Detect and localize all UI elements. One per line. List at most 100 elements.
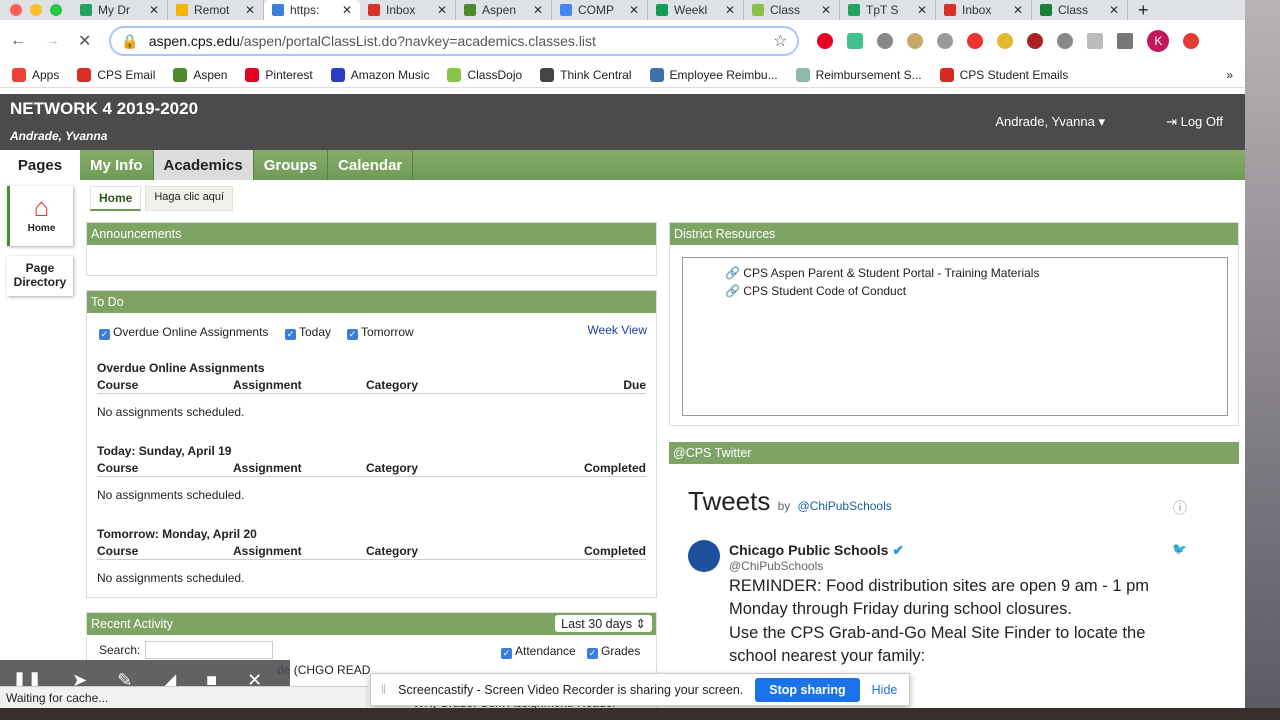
tweet-author-handle[interactable]: @ChiPubSchools: [729, 559, 823, 573]
hide-button[interactable]: Hide: [872, 683, 898, 697]
checkbox-checked-icon[interactable]: ✓: [587, 648, 598, 659]
stop-loading-icon[interactable]: ✕: [78, 31, 91, 51]
media-icon[interactable]: [1117, 33, 1134, 49]
browser-tab[interactable]: Weekl ✕: [648, 0, 744, 20]
close-tab-icon[interactable]: ✕: [342, 3, 352, 17]
browser-tab[interactable]: COMP ✕: [552, 0, 648, 20]
screencastify-icon[interactable]: [937, 33, 954, 49]
filter-label: Overdue Online Assignments: [113, 325, 269, 339]
close-tab-icon[interactable]: ✕: [245, 3, 255, 17]
close-tab-icon[interactable]: ✕: [1013, 3, 1023, 17]
filter-tomorrow[interactable]: ✓ Tomorrow: [347, 325, 414, 340]
extension-icon[interactable]: [907, 33, 924, 49]
bookmark-star-icon[interactable]: ☆: [773, 31, 787, 51]
tweet-author[interactable]: Chicago Public Schools ✔: [729, 542, 904, 559]
browser-tab[interactable]: https: ✕: [264, 0, 360, 20]
bookmark[interactable]: ClassDojo: [447, 67, 522, 82]
log-off-link[interactable]: ⇥ Log Off: [1166, 114, 1223, 130]
filter-overdue[interactable]: ✓ Overdue Online Assignments: [99, 325, 268, 340]
checkbox-checked-icon[interactable]: ✓: [285, 329, 296, 340]
sidebar-home[interactable]: ⌂ Home: [7, 186, 73, 246]
tab-favicon-icon: [848, 4, 860, 16]
url-bar[interactable]: 🔒 aspen.cps.edu/aspen/portalClassList.do…: [109, 26, 800, 56]
extension-icon[interactable]: [1027, 33, 1044, 49]
bookmark-label: Apps: [32, 67, 60, 82]
new-tab-button[interactable]: +: [1128, 0, 1159, 21]
section-heading: Today: Sunday, April 19: [97, 444, 232, 458]
bookmark[interactable]: Apps: [12, 67, 60, 82]
range-select[interactable]: Last 30 days ⇕: [555, 615, 652, 632]
subtab-haga-clic[interactable]: Haga clic aquí: [145, 186, 234, 211]
browser-tab[interactable]: TpT S ✕: [840, 0, 936, 20]
filter-attendance[interactable]: ✓ Attendance: [501, 644, 576, 659]
bookmark[interactable]: Think Central: [540, 67, 632, 82]
filter-grades[interactable]: ✓ Grades: [587, 644, 640, 659]
checkbox-checked-icon[interactable]: ✓: [99, 329, 110, 340]
browser-tab[interactable]: Class ✕: [1032, 0, 1128, 20]
pages-tab[interactable]: Pages: [0, 150, 80, 180]
cps-avatar[interactable]: [688, 540, 720, 572]
grid-icon[interactable]: [1087, 33, 1104, 49]
pencil-icon[interactable]: [997, 33, 1014, 49]
extension-icon[interactable]: [847, 33, 864, 49]
close-tab-icon[interactable]: ✕: [821, 3, 831, 17]
filter-today[interactable]: ✓ Today: [285, 325, 331, 340]
extension-icon[interactable]: [1057, 33, 1074, 49]
stop-sharing-button[interactable]: Stop sharing: [755, 677, 860, 702]
todo-panel: To Do ✓ Overdue Online Assignments ✓ Today…: [86, 290, 657, 598]
checkbox-checked-icon[interactable]: ✓: [501, 648, 512, 659]
nav-groups[interactable]: Groups: [254, 150, 329, 180]
nav-academics[interactable]: Academics: [153, 150, 254, 180]
browser-tab[interactable]: Remot ✕: [168, 0, 264, 20]
browser-tab[interactable]: Inbox ✕: [360, 0, 456, 20]
close-tab-icon[interactable]: ✕: [725, 3, 735, 17]
maximize-button[interactable]: [50, 4, 62, 16]
checkbox-checked-icon[interactable]: ✓: [347, 329, 358, 340]
announcements-panel: Announcements: [86, 222, 657, 276]
bookmark[interactable]: Pinterest: [245, 67, 313, 82]
twitter-bird-icon[interactable]: 🐦: [1172, 542, 1187, 556]
bookmark[interactable]: Reimbursement S...: [795, 67, 922, 82]
resource-link[interactable]: 🔗 CPS Student Code of Conduct: [725, 282, 1039, 300]
account-menu[interactable]: Andrade, Yvanna ▾: [995, 114, 1105, 130]
browser-tab[interactable]: Class ✕: [744, 0, 840, 20]
bookmark[interactable]: CPS Student Emails: [939, 67, 1068, 82]
close-tab-icon[interactable]: ✕: [917, 3, 927, 17]
extension-icon[interactable]: [877, 33, 894, 49]
info-icon[interactable]: ⓘ: [1173, 498, 1187, 518]
col-category: Category: [366, 461, 419, 475]
bookmark[interactable]: Employee Reimbu...: [649, 67, 778, 82]
profile-avatar[interactable]: K: [1147, 30, 1170, 52]
browser-tab[interactable]: Aspen ✕: [456, 0, 552, 20]
close-tab-icon[interactable]: ✕: [437, 3, 447, 17]
close-tab-icon[interactable]: ✕: [149, 3, 159, 17]
close-window-button[interactable]: [10, 4, 22, 16]
forward-icon[interactable]: →: [44, 32, 60, 50]
bookmark[interactable]: Amazon Music: [330, 67, 429, 82]
update-icon[interactable]: [1183, 33, 1200, 49]
nav-my-info[interactable]: My Info: [80, 150, 154, 180]
nav-calendar[interactable]: Calendar: [328, 150, 414, 180]
twitter-panel: @CPS Twitter Tweets by @ChiPubSchools ⓘ …: [669, 442, 1239, 708]
bookmark[interactable]: CPS Email: [77, 67, 155, 82]
browser-tab[interactable]: Inbox ✕: [936, 0, 1032, 20]
close-tab-icon[interactable]: ✕: [1109, 3, 1119, 17]
bookmark[interactable]: Aspen: [173, 67, 227, 82]
bookmarks-overflow-button[interactable]: »: [1226, 68, 1233, 82]
drag-handle[interactable]: ‖: [381, 683, 386, 697]
sidebar-page-directory[interactable]: Page Directory: [7, 256, 73, 296]
close-tab-icon[interactable]: ✕: [629, 3, 639, 17]
resource-link[interactable]: 🔗 CPS Aspen Parent & Student Portal - Tr…: [725, 264, 1039, 282]
extension-icon[interactable]: [967, 33, 984, 49]
column-headers: Course Assignment Category Completed: [97, 461, 646, 477]
bookmark-icon: [540, 67, 555, 82]
week-view-link[interactable]: Week View: [587, 323, 647, 337]
search-input[interactable]: [145, 641, 273, 659]
back-icon[interactable]: ←: [10, 32, 26, 50]
twitter-handle-link[interactable]: @ChiPubSchools: [798, 499, 892, 513]
pinterest-extension-icon[interactable]: [817, 33, 834, 49]
minimize-button[interactable]: [30, 4, 42, 16]
browser-tab[interactable]: My Dr ✕: [72, 0, 168, 20]
subtab-home[interactable]: Home: [90, 186, 142, 211]
close-tab-icon[interactable]: ✕: [533, 3, 543, 17]
